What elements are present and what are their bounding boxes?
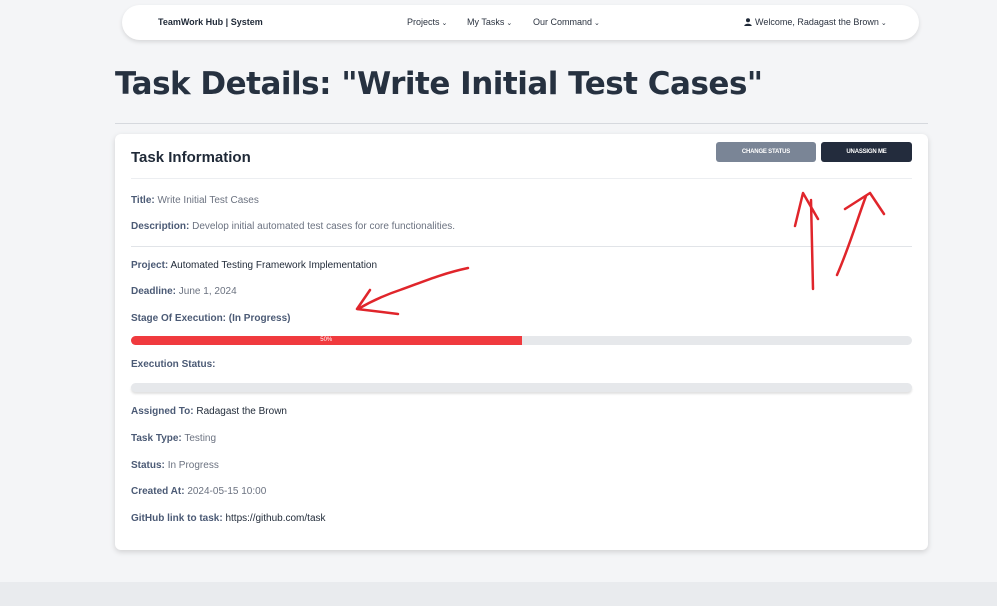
field-execution-status: Execution Status: bbox=[131, 359, 215, 370]
task-information-card: Task Information CHANGE STATUS UNASSIGN … bbox=[115, 134, 928, 550]
field-status-label: Status: bbox=[131, 460, 165, 471]
chevron-down-icon: ⌄ bbox=[880, 20, 887, 27]
user-icon bbox=[744, 18, 752, 26]
field-execution-label: Execution Status: bbox=[131, 359, 216, 370]
chevron-down-icon: ⌄ bbox=[441, 20, 448, 27]
field-assigned-value: Radagast the Brown bbox=[196, 406, 287, 417]
top-navbar: TeamWork Hub | System Projects ⌄ My Tasks… bbox=[122, 5, 919, 40]
field-title-label: Title: bbox=[131, 195, 155, 206]
stage-progress-fill: 50% bbox=[131, 336, 522, 345]
field-title-value: Write Initial Test Cases bbox=[157, 195, 259, 206]
page-title: Task Details: "Write Initial Test Cases" bbox=[115, 66, 763, 102]
execution-progress-bar bbox=[131, 383, 912, 392]
field-project: Project: Automated Testing Framework Imp… bbox=[131, 260, 377, 271]
field-status: Status: In Progress bbox=[131, 460, 219, 471]
field-task-type-label: Task Type: bbox=[131, 433, 182, 444]
field-description-value: Develop initial automated test cases for… bbox=[192, 221, 456, 232]
chevron-down-icon: ⌄ bbox=[594, 20, 600, 27]
field-description-label: Description: bbox=[131, 221, 190, 232]
nav-my-tasks-label: My Tasks bbox=[467, 17, 505, 27]
nav-my-tasks-dropdown[interactable]: My Tasks ⌄ bbox=[467, 17, 512, 27]
field-created-label: Created At: bbox=[131, 486, 185, 497]
nav-projects-label: Projects bbox=[407, 17, 440, 27]
field-title: Title: Write Initial Test Cases bbox=[131, 195, 259, 206]
nav-our-command-dropdown[interactable]: Our Command ⌄ bbox=[533, 17, 600, 27]
brand-logo-text[interactable]: TeamWork Hub | System bbox=[158, 17, 263, 27]
user-welcome-label: Welcome, Radagast the Brown bbox=[755, 17, 879, 27]
field-status-value: In Progress bbox=[167, 460, 219, 471]
user-menu-dropdown[interactable]: Welcome, Radagast the Brown ⌄ bbox=[744, 17, 887, 27]
field-project-value: Automated Testing Framework Implementati… bbox=[170, 260, 378, 271]
field-assigned: Assigned To: Radagast the Brown bbox=[131, 406, 287, 417]
field-stage-label: Stage Of Execution: (In Progress) bbox=[131, 313, 291, 324]
section-divider bbox=[131, 246, 912, 247]
github-link[interactable]: https://github.com/task bbox=[225, 513, 325, 524]
unassign-me-button[interactable]: UNASSIGN ME bbox=[821, 142, 912, 162]
page-footer bbox=[0, 582, 997, 606]
field-deadline: Deadline: June 1, 2024 bbox=[131, 286, 237, 297]
field-task-type: Task Type: Testing bbox=[131, 433, 216, 444]
chevron-down-icon: ⌄ bbox=[506, 20, 513, 27]
card-header-divider bbox=[131, 178, 912, 179]
field-github-label: GitHub link to task: bbox=[131, 513, 223, 524]
change-status-button[interactable]: CHANGE STATUS bbox=[716, 142, 816, 162]
field-stage: Stage Of Execution: (In Progress) bbox=[131, 313, 290, 324]
card-title: Task Information bbox=[131, 149, 251, 166]
title-divider bbox=[115, 123, 928, 124]
field-task-type-value: Testing bbox=[184, 433, 217, 444]
field-project-label: Project: bbox=[131, 260, 169, 271]
field-created-value: 2024-05-15 10:00 bbox=[187, 486, 267, 497]
nav-projects-dropdown[interactable]: Projects ⌄ bbox=[407, 17, 447, 27]
field-deadline-label: Deadline: bbox=[131, 286, 177, 297]
field-description: Description: Develop initial automated t… bbox=[131, 221, 455, 232]
field-created-at: Created At: 2024-05-15 10:00 bbox=[131, 486, 266, 497]
field-github: GitHub link to task: https://github.com/… bbox=[131, 513, 326, 524]
field-deadline-value: June 1, 2024 bbox=[178, 286, 237, 297]
stage-progress-bar: 50% bbox=[131, 336, 912, 345]
field-assigned-label: Assigned To: bbox=[131, 406, 194, 417]
nav-our-command-label: Our Command bbox=[533, 17, 593, 27]
